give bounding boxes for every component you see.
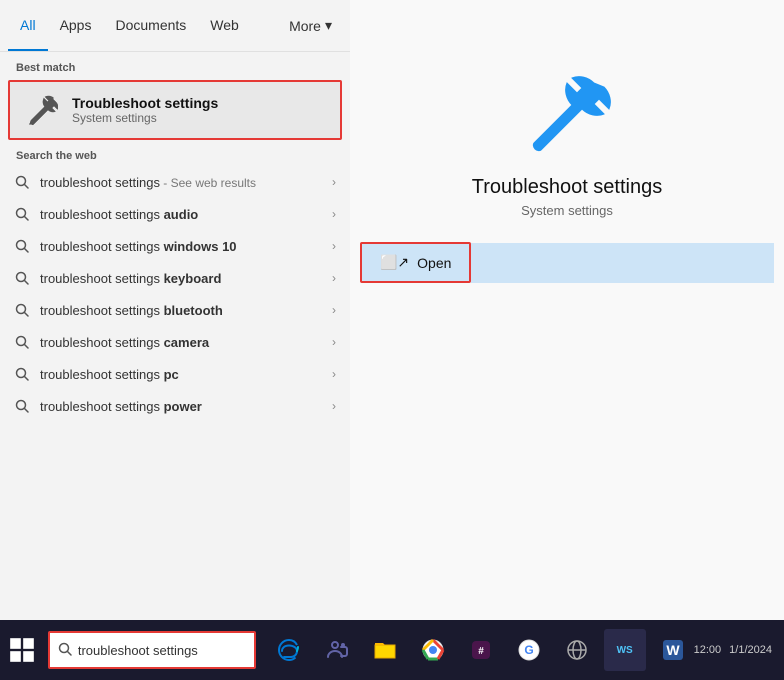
tabs-row: All Apps Documents Web More ▾ [0, 0, 350, 52]
web-item-3[interactable]: troubleshoot settings keyboard › [0, 262, 350, 294]
taskbar-search-box[interactable]: troubleshoot settings [48, 631, 256, 669]
open-button[interactable]: ⬜↗ Open [360, 242, 471, 283]
right-panel-title: Troubleshoot settings [472, 176, 662, 199]
search-icon-3 [14, 270, 30, 286]
right-panel: Troubleshoot settings System settings ⬜↗… [350, 0, 784, 620]
best-match-label: Best match [0, 52, 350, 80]
web-item-text-3: troubleshoot settings keyboard [40, 271, 322, 286]
chevron-right-icon-0: › [332, 175, 336, 189]
web-item-5[interactable]: troubleshoot settings camera › [0, 326, 350, 358]
taskbar-word-icon[interactable]: W [652, 629, 694, 671]
web-item-text-6: troubleshoot settings pc [40, 367, 322, 382]
svg-text:W: W [666, 642, 680, 658]
open-button-row: ⬜↗ Open [360, 242, 774, 283]
taskbar-chrome-icon[interactable] [412, 629, 454, 671]
chevron-right-icon-2: › [332, 239, 336, 253]
taskbar-network-icon[interactable] [556, 629, 598, 671]
taskbar-icons: # G WS W [268, 629, 694, 671]
web-item-1[interactable]: troubleshoot settings audio › [0, 198, 350, 230]
svg-text:#: # [478, 646, 484, 657]
chevron-right-icon-5: › [332, 335, 336, 349]
taskbar: troubleshoot settings [0, 620, 784, 680]
right-panel-subtitle: System settings [521, 203, 613, 218]
taskbar-google-icon[interactable]: G [508, 629, 550, 671]
chevron-right-icon-7: › [332, 399, 336, 413]
search-icon-5 [14, 334, 30, 350]
search-icon-7 [14, 398, 30, 414]
left-panel: All Apps Documents Web More ▾ Best match… [0, 0, 350, 620]
web-item-6[interactable]: troubleshoot settings pc › [0, 358, 350, 390]
web-item-text-7: troubleshoot settings power [40, 399, 322, 414]
best-match-item[interactable]: Troubleshoot settings System settings [8, 80, 342, 140]
taskbar-wsxdn-icon[interactable]: WS [604, 629, 646, 671]
web-item-text-1: troubleshoot settings audio [40, 207, 322, 222]
taskbar-search-text: troubleshoot settings [78, 643, 198, 658]
web-item-text-2: troubleshoot settings windows 10 [40, 239, 322, 254]
windows-start-button[interactable] [4, 629, 40, 671]
taskbar-edge-icon[interactable] [268, 629, 310, 671]
web-item-text-4: troubleshoot settings bluetooth [40, 303, 322, 318]
svg-text:G: G [524, 643, 533, 657]
web-item-7[interactable]: troubleshoot settings power › [0, 390, 350, 422]
chevron-right-icon-1: › [332, 207, 336, 221]
web-item-4[interactable]: troubleshoot settings bluetooth › [0, 294, 350, 326]
chevron-down-icon: ▾ [325, 17, 332, 34]
web-item-text-5: troubleshoot settings camera [40, 335, 322, 350]
web-item-2[interactable]: troubleshoot settings windows 10 › [0, 230, 350, 262]
search-icon-6 [14, 366, 30, 382]
best-match-text: Troubleshoot settings System settings [72, 95, 218, 125]
taskbar-teams-icon[interactable] [316, 629, 358, 671]
search-icon-4 [14, 302, 30, 318]
search-icon-0 [14, 174, 30, 190]
search-icon-1 [14, 206, 30, 222]
taskbar-search-icon [58, 642, 72, 659]
tab-apps[interactable]: Apps [48, 0, 104, 51]
open-window-icon: ⬜↗ [380, 254, 409, 271]
tab-documents[interactable]: Documents [103, 0, 198, 51]
chevron-right-icon-4: › [332, 303, 336, 317]
best-match-subtitle: System settings [72, 111, 218, 125]
taskbar-explorer-icon[interactable] [364, 629, 406, 671]
tab-more[interactable]: More ▾ [279, 0, 342, 51]
chevron-right-icon-6: › [332, 367, 336, 381]
chevron-right-icon-3: › [332, 271, 336, 285]
search-icon-2 [14, 238, 30, 254]
taskbar-slack-icon[interactable]: # [460, 629, 502, 671]
wrench-icon [24, 92, 60, 128]
tab-web[interactable]: Web [198, 0, 251, 51]
web-item-text-0: troubleshoot settings - See web results [40, 175, 322, 190]
best-match-title: Troubleshoot settings [72, 95, 218, 111]
web-item-0[interactable]: troubleshoot settings - See web results … [0, 166, 350, 198]
right-panel-icon [517, 60, 617, 160]
tab-all[interactable]: All [8, 0, 48, 51]
open-button-extension [471, 243, 774, 283]
search-web-label: Search the web [0, 140, 350, 166]
